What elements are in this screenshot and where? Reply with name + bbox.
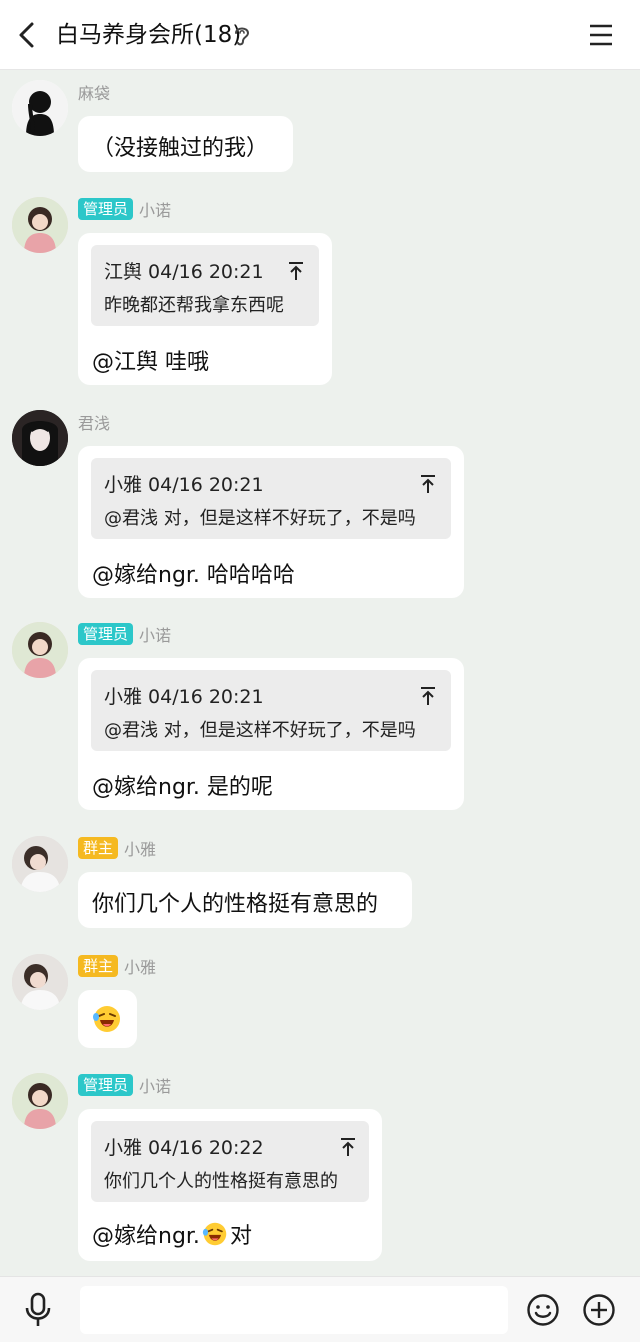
message-text-suffix: 对 — [229, 1224, 252, 1249]
message-text: （没接触过的我） — [92, 136, 269, 161]
quote-body: 你们几个人的性格挺有意思的 — [104, 1171, 338, 1192]
sender-name: 麻袋 — [78, 84, 111, 103]
microphone-icon[interactable] — [22, 1292, 54, 1328]
ear-icon — [235, 27, 250, 46]
message-bubble[interactable] — [78, 990, 137, 1048]
message-bubble[interactable]: 小雅 04/16 20:21 @君浅 对，但是这样不好玩了，不是吗 @嫁给ngr… — [78, 658, 464, 810]
chat-title: 白马养身会所(18) — [56, 22, 242, 48]
sender-name: 小诺 — [139, 626, 172, 645]
message-text: @江舆 哇哦 — [92, 350, 209, 375]
message-bubble[interactable]: 江舆 04/16 20:21 昨晚都还帮我拿东西呢 @江舆 哇哦 — [78, 233, 332, 385]
message-text: @嫁给ngr. 是的呢 — [92, 775, 273, 800]
avatar[interactable] — [12, 954, 68, 1010]
message-bubble[interactable]: 小雅 04/16 20:21 @君浅 对，但是这样不好玩了，不是吗 @嫁给ngr… — [78, 446, 464, 598]
quote-header: 小雅 04/16 20:22 — [104, 1137, 264, 1159]
quote-body: @君浅 对，但是这样不好玩了，不是吗 — [104, 720, 416, 741]
jump-to-quote-icon[interactable] — [287, 261, 305, 281]
sender-name: 小诺 — [139, 201, 172, 220]
message-bubble[interactable]: 小雅 04/16 20:22 你们几个人的性格挺有意思的 @嫁给ngr. 对 — [78, 1109, 382, 1261]
quote-header: 小雅 04/16 20:21 — [104, 686, 264, 708]
admin-badge: 管理员 — [78, 623, 134, 645]
quoted-message[interactable]: 小雅 04/16 20:21 @君浅 对，但是这样不好玩了，不是吗 — [91, 670, 451, 751]
top-bar: 白马养身会所(18) — [0, 0, 640, 70]
quoted-message[interactable]: 小雅 04/16 20:21 @君浅 对，但是这样不好玩了，不是吗 — [91, 458, 451, 539]
menu-icon[interactable] — [588, 22, 614, 48]
sender-name: 君浅 — [78, 414, 111, 433]
quote-body: 昨晚都还帮我拿东西呢 — [104, 295, 284, 316]
owner-badge: 群主 — [78, 837, 119, 859]
jump-to-quote-icon[interactable] — [339, 1137, 357, 1157]
message-bubble[interactable]: （没接触过的我） — [78, 116, 293, 172]
laughing-face-emoji — [93, 1006, 120, 1032]
message-bubble[interactable]: 你们几个人的性格挺有意思的 — [78, 872, 412, 928]
jump-to-quote-icon[interactable] — [419, 474, 437, 494]
chat-message: 群主 小雅 你们几个人的性格挺有意思的 — [0, 834, 640, 934]
avatar[interactable] — [12, 197, 68, 253]
message-text: @嫁给ngr. 哈哈哈哈 — [92, 563, 295, 588]
jump-to-quote-icon[interactable] — [419, 686, 437, 706]
plus-icon[interactable] — [582, 1293, 616, 1327]
quoted-message[interactable]: 江舆 04/16 20:21 昨晚都还帮我拿东西呢 — [91, 245, 319, 326]
back-arrow-icon[interactable] — [14, 18, 40, 52]
quote-header: 江舆 04/16 20:21 — [104, 261, 264, 283]
avatar[interactable] — [12, 1073, 68, 1129]
avatar[interactable] — [12, 622, 68, 678]
chat-message: 群主 小雅 — [0, 952, 640, 1052]
laughing-face-emoji — [202, 1222, 227, 1246]
smiley-icon[interactable] — [526, 1293, 560, 1327]
avatar[interactable] — [12, 80, 68, 136]
message-text: 你们几个人的性格挺有意思的 — [92, 892, 379, 917]
sender-name: 小诺 — [139, 1077, 172, 1096]
chat-message: 君浅 小雅 04/16 20:21 @君浅 对，但是这样不好玩了，不是吗 @嫁给… — [0, 408, 640, 608]
quote-header: 小雅 04/16 20:21 — [104, 474, 264, 496]
chat-message: 管理员 小诺 小雅 04/16 20:22 你们几个人的性格挺有意思的 @嫁给n… — [0, 1071, 640, 1271]
message-text-mention: @嫁给ngr. — [92, 1224, 200, 1249]
admin-badge: 管理员 — [78, 1074, 134, 1096]
avatar[interactable] — [12, 410, 68, 466]
sender-name: 小雅 — [124, 840, 157, 859]
owner-badge: 群主 — [78, 955, 119, 977]
admin-badge: 管理员 — [78, 198, 134, 220]
message-input[interactable] — [80, 1286, 508, 1334]
message-text: @嫁给ngr. 对 — [92, 1218, 252, 1250]
chat-message: 麻袋 （没接触过的我） — [0, 78, 640, 178]
avatar[interactable] — [12, 836, 68, 892]
quoted-message[interactable]: 小雅 04/16 20:22 你们几个人的性格挺有意思的 — [91, 1121, 369, 1202]
quote-body: @君浅 对，但是这样不好玩了，不是吗 — [104, 508, 416, 529]
input-bar — [0, 1276, 640, 1342]
chat-message: 管理员 小诺 江舆 04/16 20:21 昨晚都还帮我拿东西呢 @江舆 哇哦 — [0, 195, 640, 390]
chat-message: 管理员 小诺 小雅 04/16 20:21 @君浅 对，但是这样不好玩了，不是吗… — [0, 620, 640, 820]
sender-name: 小雅 — [124, 958, 157, 977]
